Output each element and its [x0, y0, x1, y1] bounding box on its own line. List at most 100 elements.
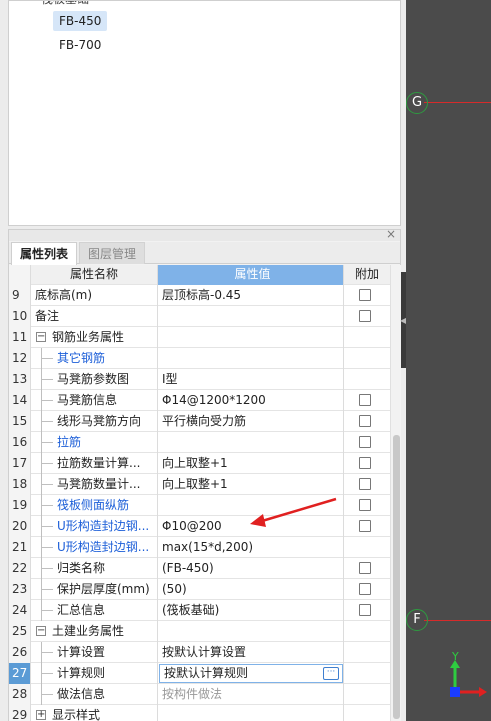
- property-value[interactable]: 向上取整+1: [158, 453, 344, 474]
- add-checkbox[interactable]: [359, 604, 371, 616]
- property-value[interactable]: [158, 495, 344, 516]
- property-value[interactable]: [158, 432, 344, 453]
- collapse-icon[interactable]: −: [36, 626, 46, 636]
- property-name[interactable]: U形构造封边钢...: [31, 516, 158, 537]
- property-name[interactable]: 拉筋: [31, 432, 158, 453]
- add-checkbox[interactable]: [359, 436, 371, 448]
- tab-property-list[interactable]: 属性列表: [11, 242, 78, 265]
- property-value[interactable]: 按默认计算设置: [158, 642, 344, 663]
- property-name[interactable]: 底标高(m): [31, 285, 158, 306]
- property-value[interactable]: Ⅰ型: [158, 369, 344, 390]
- panel-tabs: 属性列表 图层管理: [9, 242, 400, 265]
- header-add[interactable]: 附加: [344, 265, 390, 285]
- property-name[interactable]: − 钢筋业务属性: [31, 327, 158, 348]
- table-row[interactable]: 29 + 显示样式: [9, 705, 390, 721]
- table-row[interactable]: 23 保护层厚度(mm) (50): [9, 579, 390, 600]
- table-row[interactable]: 19 筏板侧面纵筋: [9, 495, 390, 516]
- property-value[interactable]: [158, 621, 344, 642]
- table-row[interactable]: 15 线形马凳筋方向 平行横向受力筋: [9, 411, 390, 432]
- table-row[interactable]: 17 拉筋数量计算... 向上取整+1: [9, 453, 390, 474]
- property-name[interactable]: 保护层厚度(mm): [31, 579, 158, 600]
- property-value[interactable]: (50): [158, 579, 344, 600]
- property-name[interactable]: U形构造封边钢...: [31, 537, 158, 558]
- add-checkbox[interactable]: [359, 478, 371, 490]
- table-row[interactable]: 28 做法信息 按构件做法: [9, 684, 390, 705]
- table-row[interactable]: 11− 钢筋业务属性: [9, 327, 390, 348]
- property-name[interactable]: 计算设置: [31, 642, 158, 663]
- axis-bubble-f[interactable]: F: [406, 609, 428, 631]
- table-row[interactable]: 16 拉筋: [9, 432, 390, 453]
- property-name[interactable]: 备注: [31, 306, 158, 327]
- tree-item-fb-700[interactable]: FB-700: [53, 35, 107, 55]
- property-name[interactable]: 其它钢筋: [31, 348, 158, 369]
- table-row[interactable]: 24 汇总信息 (筏板基础): [9, 600, 390, 621]
- row-number: 28: [9, 684, 31, 705]
- table-row[interactable]: 25− 土建业务属性: [9, 621, 390, 642]
- property-value[interactable]: 按默认计算规则 ···: [158, 663, 344, 684]
- property-value[interactable]: 向上取整+1: [158, 474, 344, 495]
- drawing-viewport[interactable]: G F Y: [406, 0, 491, 721]
- tree-group-label[interactable]: 筏板基础: [35, 1, 95, 9]
- row-number: 17: [9, 453, 31, 474]
- table-row[interactable]: 21 U形构造封边钢... max(15*d,200): [9, 537, 390, 558]
- header-name[interactable]: 属性名称: [31, 265, 158, 285]
- property-value[interactable]: 平行横向受力筋: [158, 411, 344, 432]
- property-name[interactable]: − 土建业务属性: [31, 621, 158, 642]
- more-options-button[interactable]: ···: [323, 667, 339, 680]
- add-checkbox[interactable]: [359, 394, 371, 406]
- property-name[interactable]: 汇总信息: [31, 600, 158, 621]
- header-value[interactable]: 属性值: [158, 265, 344, 285]
- add-checkbox[interactable]: [359, 562, 371, 574]
- expand-icon[interactable]: +: [36, 710, 46, 720]
- tree-item-fb-450[interactable]: FB-450: [53, 11, 108, 31]
- property-name-label: 汇总信息: [57, 603, 106, 617]
- property-name[interactable]: 归类名称: [31, 558, 158, 579]
- add-checkbox[interactable]: [359, 415, 371, 427]
- table-row[interactable]: 26 计算设置 按默认计算设置: [9, 642, 390, 663]
- property-name[interactable]: 马凳筋数量计...: [31, 474, 158, 495]
- table-row[interactable]: 27 计算规则 按默认计算规则 ···: [9, 663, 390, 684]
- property-value[interactable]: max(15*d,200): [158, 537, 344, 558]
- property-value[interactable]: 按构件做法: [158, 684, 344, 705]
- property-name[interactable]: 马凳筋参数图: [31, 369, 158, 390]
- property-value[interactable]: [158, 306, 344, 327]
- table-row[interactable]: 18 马凳筋数量计... 向上取整+1: [9, 474, 390, 495]
- tab-layer-management[interactable]: 图层管理: [79, 242, 146, 264]
- property-value[interactable]: Φ10@200: [158, 516, 344, 537]
- vertical-scrollbar[interactable]: [390, 265, 401, 721]
- table-row[interactable]: 9 底标高(m) 层顶标高-0.45: [9, 285, 390, 306]
- property-value[interactable]: Φ14@1200*1200: [158, 390, 344, 411]
- table-row[interactable]: 13 马凳筋参数图 Ⅰ型: [9, 369, 390, 390]
- property-value[interactable]: (筏板基础): [158, 600, 344, 621]
- add-checkbox[interactable]: [359, 310, 371, 322]
- property-value[interactable]: 层顶标高-0.45: [158, 285, 344, 306]
- table-row[interactable]: 12 其它钢筋: [9, 348, 390, 369]
- property-value[interactable]: (FB-450): [158, 558, 344, 579]
- table-row[interactable]: 14 马凳筋信息 Φ14@1200*1200: [9, 390, 390, 411]
- table-row[interactable]: 20 U形构造封边钢... Φ10@200: [9, 516, 390, 537]
- add-checkbox[interactable]: [359, 520, 371, 532]
- add-checkbox[interactable]: [359, 289, 371, 301]
- table-row[interactable]: 10 备注: [9, 306, 390, 327]
- add-checkbox[interactable]: [359, 583, 371, 595]
- add-cell: [344, 348, 390, 369]
- property-name[interactable]: 拉筋数量计算...: [31, 453, 158, 474]
- property-value-input[interactable]: 按默认计算规则 ···: [159, 664, 343, 683]
- add-checkbox[interactable]: [359, 499, 371, 511]
- tree-line: [41, 547, 53, 548]
- property-name[interactable]: 做法信息: [31, 684, 158, 705]
- add-checkbox[interactable]: [359, 457, 371, 469]
- property-value[interactable]: [158, 327, 344, 348]
- axis-bubble-g[interactable]: G: [406, 92, 428, 114]
- close-icon[interactable]: ×: [386, 227, 396, 241]
- table-row[interactable]: 22 归类名称 (FB-450): [9, 558, 390, 579]
- property-name[interactable]: + 显示样式: [31, 705, 158, 721]
- property-name[interactable]: 线形马凳筋方向: [31, 411, 158, 432]
- property-value[interactable]: [158, 348, 344, 369]
- property-name[interactable]: 计算规则: [31, 663, 158, 684]
- scrollbar-thumb[interactable]: [393, 435, 400, 719]
- property-value[interactable]: [158, 705, 344, 721]
- property-name[interactable]: 筏板侧面纵筋: [31, 495, 158, 516]
- collapse-icon[interactable]: −: [36, 332, 46, 342]
- property-name[interactable]: 马凳筋信息: [31, 390, 158, 411]
